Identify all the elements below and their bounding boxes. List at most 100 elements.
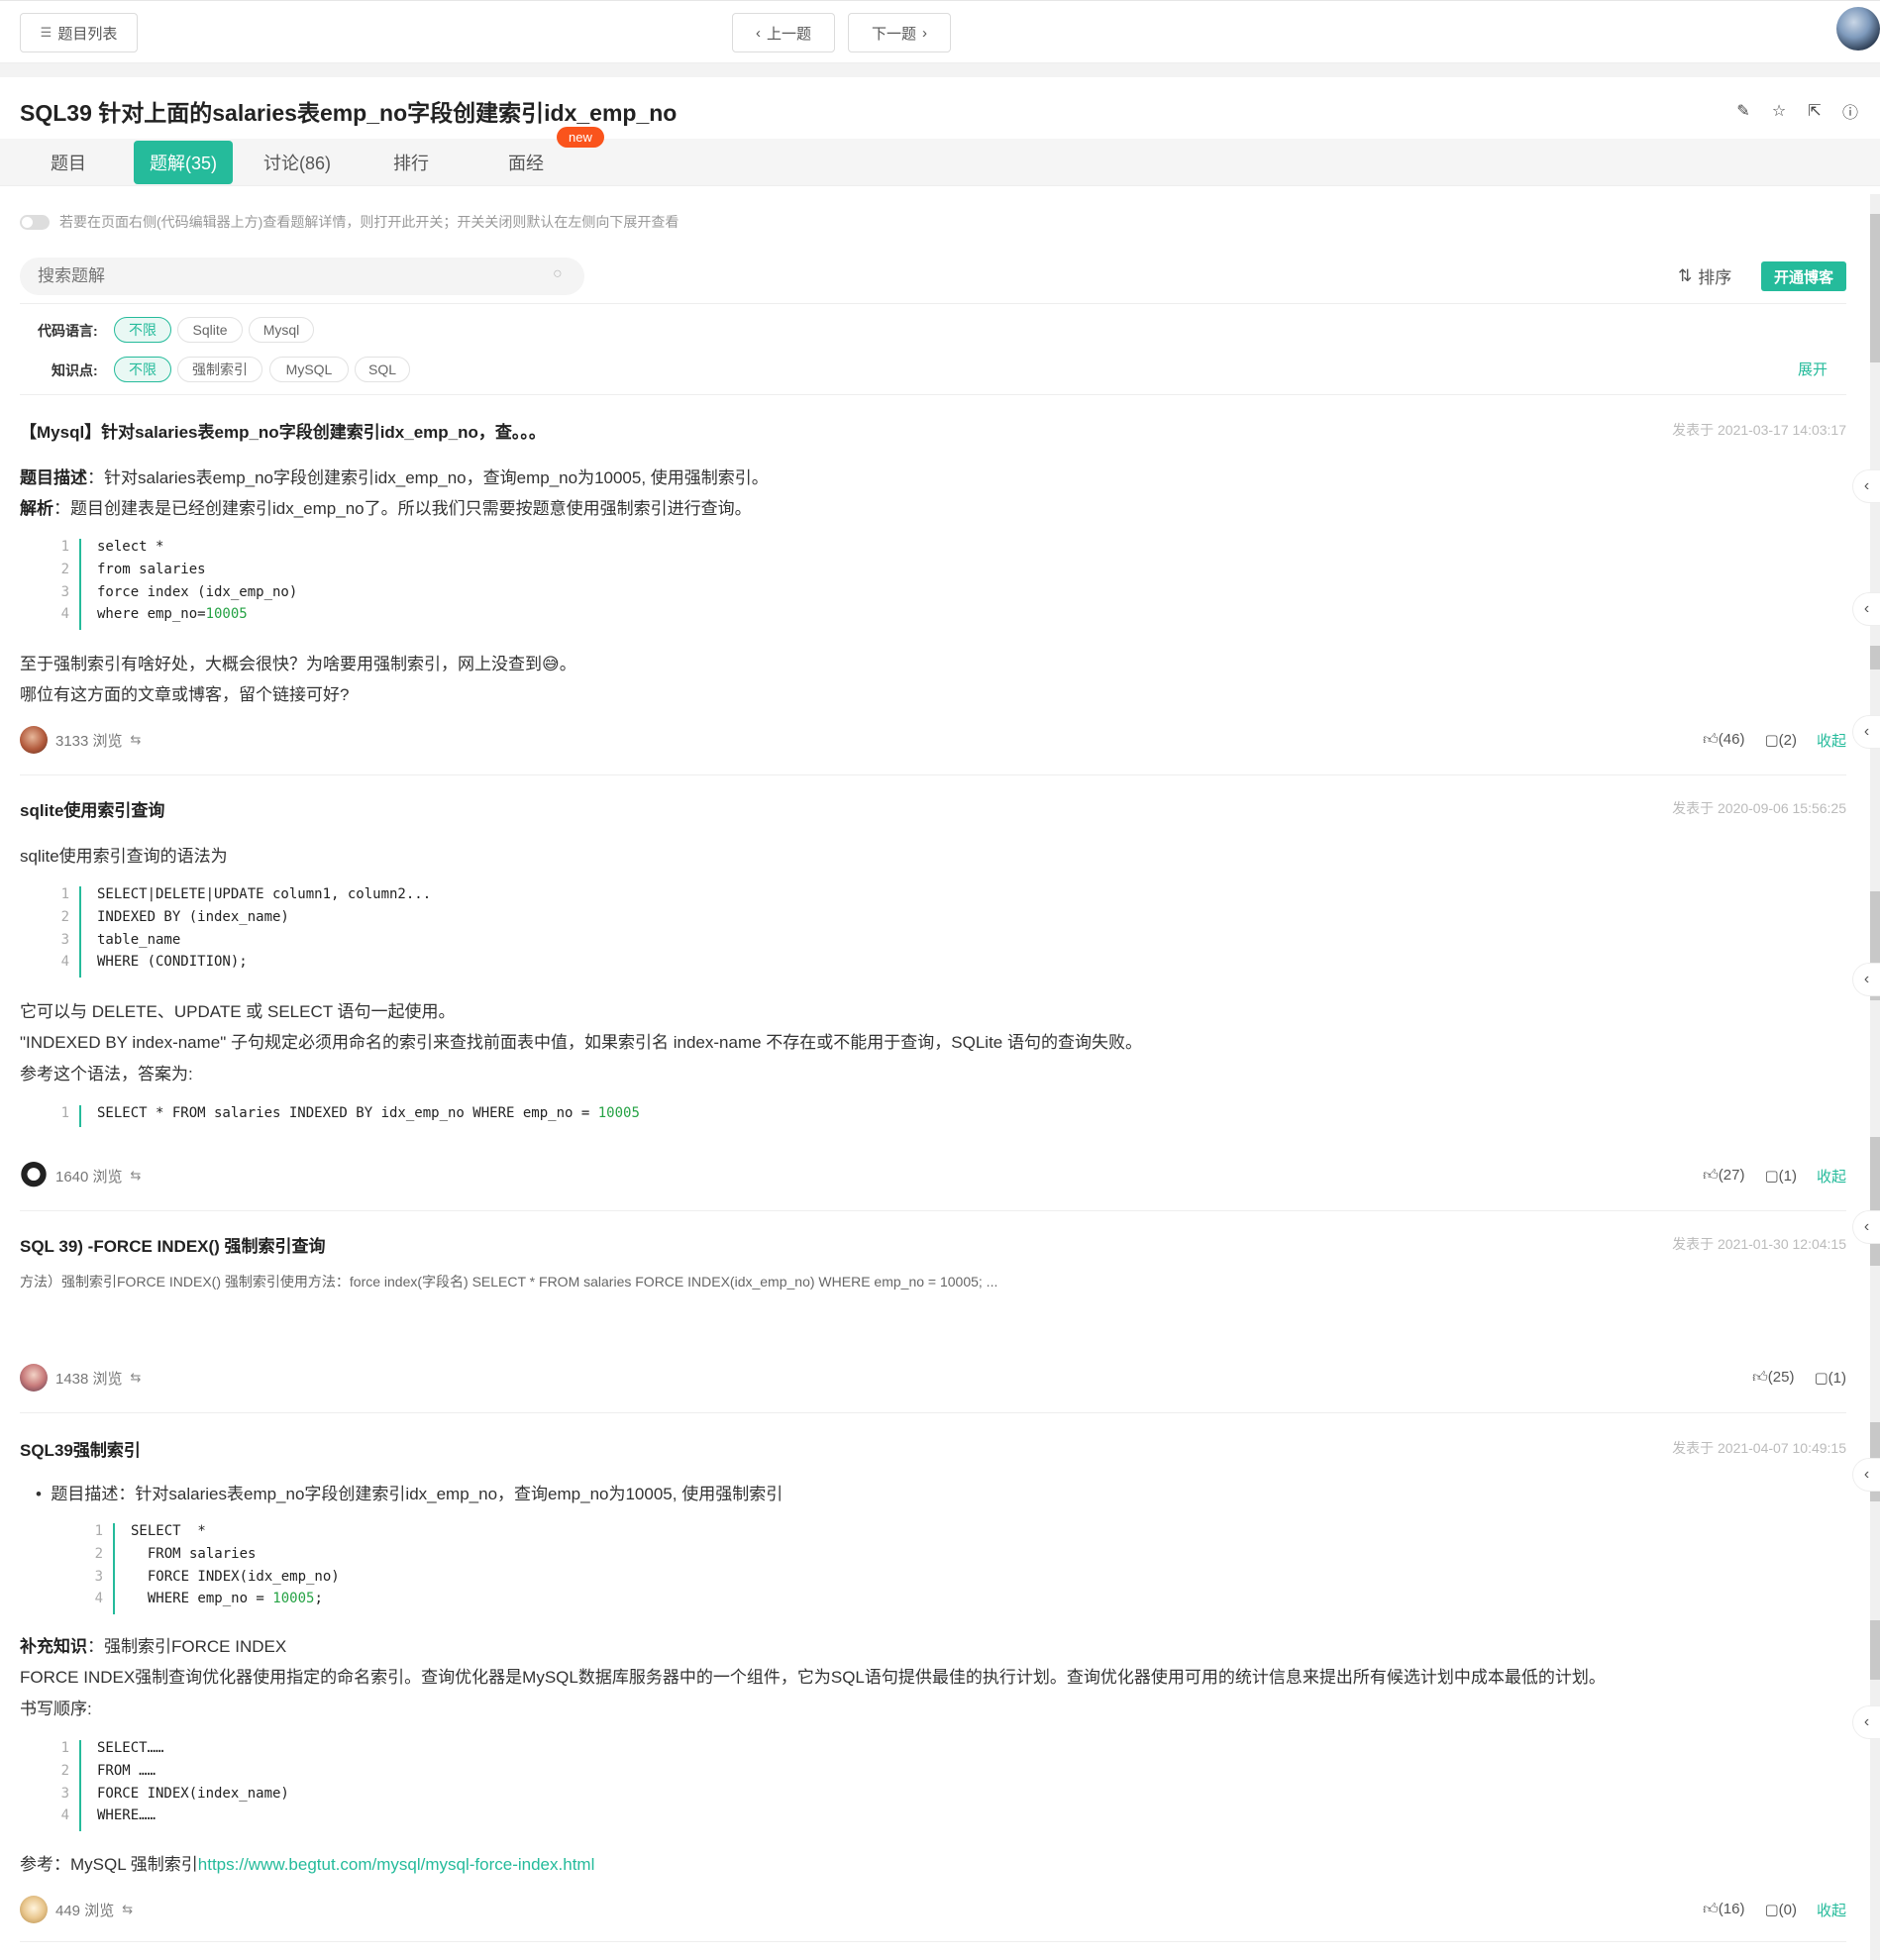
- divider: [20, 1210, 1846, 1211]
- problem-list-button[interactable]: ☰ 题目列表: [20, 13, 138, 52]
- like-button[interactable]: 👍︎(16): [1703, 1901, 1744, 1918]
- kp-option-mysql[interactable]: MySQL: [269, 357, 349, 382]
- expand-link[interactable]: 展开: [1798, 359, 1828, 379]
- author-avatar[interactable]: [20, 1896, 48, 1923]
- scrollbar-thumb[interactable]: [1870, 214, 1880, 362]
- next-problem-button[interactable]: 下一题 ›: [848, 13, 951, 52]
- author-avatar[interactable]: [20, 1162, 48, 1189]
- author-avatar[interactable]: [20, 726, 48, 754]
- post-stats: 👍︎(27) ▢(1) 收起: [1703, 1166, 1846, 1186]
- share-icon[interactable]: ⇆: [131, 732, 142, 748]
- scrollbar-thumb[interactable]: [1870, 646, 1880, 670]
- lang-option-all[interactable]: 不限: [114, 317, 171, 343]
- comment-icon: ▢: [1764, 1168, 1779, 1185]
- external-link-icon[interactable]: ⇱: [1805, 101, 1825, 121]
- view-count: 449 浏览: [55, 1902, 115, 1919]
- code-line: FROM ……: [97, 1763, 157, 1779]
- desc-label: 题目描述: [20, 468, 87, 487]
- post-paragraph: 参考：MySQL 强制索引https://www.begtut.com/mysq…: [20, 1850, 594, 1875]
- view-count: 1438 浏览: [55, 1370, 123, 1388]
- user-avatar[interactable]: [1836, 7, 1880, 51]
- tab-solutions[interactable]: 题解(35): [134, 141, 233, 184]
- side-collapse-arrow[interactable]: ‹: [1852, 1705, 1880, 1739]
- scrollbar-thumb[interactable]: [1870, 1620, 1880, 1680]
- post-paragraph: 至于强制索引有啥好处，大概会很快？为啥要用强制索引，网上没查到😅。: [20, 655, 576, 673]
- view-count: 3133 浏览: [55, 732, 123, 750]
- divider: [20, 1412, 1846, 1413]
- like-button[interactable]: 👍︎(27): [1703, 1167, 1744, 1185]
- side-collapse-arrow[interactable]: ‹: [1852, 1458, 1880, 1492]
- code-line: SELECT * FROM salaries INDEXED BY idx_em…: [97, 1105, 640, 1121]
- comment-button[interactable]: ▢(1): [1814, 1369, 1846, 1387]
- post-paragraph: sqlite使用索引查询的语法为: [20, 847, 228, 866]
- post-title[interactable]: 【Mysql】针对salaries表emp_no字段创建索引idx_emp_no…: [20, 418, 546, 443]
- share-icon[interactable]: ⇆: [131, 1168, 142, 1184]
- collapse-link[interactable]: 收起: [1817, 1900, 1846, 1920]
- share-icon[interactable]: ⇆: [131, 1370, 142, 1386]
- like-button[interactable]: 👍︎(46): [1703, 731, 1744, 749]
- comment-button[interactable]: ▢(2): [1764, 731, 1797, 749]
- info-icon[interactable]: ⓘ: [1840, 101, 1860, 122]
- star-icon[interactable]: ☆: [1769, 101, 1789, 121]
- code-line: INDEXED BY (index_name): [97, 909, 289, 925]
- reference-link[interactable]: https://www.begtut.com/mysql/mysql-force…: [198, 1855, 595, 1874]
- kp-option-all[interactable]: 不限: [114, 357, 171, 382]
- list-icon: ☰: [40, 25, 52, 40]
- display-toggle[interactable]: [20, 214, 50, 230]
- supp-label: 补充知识: [20, 1637, 87, 1656]
- post-footer: 1438 浏览 ⇆ 👍︎(25) ▢(1): [20, 1363, 1846, 1393]
- chevron-left-icon: ‹: [1863, 723, 1870, 740]
- kp-option-force-index[interactable]: 强制索引: [177, 357, 262, 382]
- tab-discussion[interactable]: 讨论(86): [256, 141, 339, 184]
- tab-ranking[interactable]: 排行: [376, 141, 446, 184]
- edit-icon[interactable]: ✎: [1733, 101, 1753, 121]
- comment-button[interactable]: ▢(1): [1764, 1167, 1797, 1185]
- side-collapse-arrow[interactable]: ‹: [1852, 592, 1880, 626]
- collapse-link[interactable]: 收起: [1817, 730, 1846, 751]
- open-blog-button[interactable]: 开通博客: [1761, 261, 1846, 291]
- post-paragraph: 题目描述：针对salaries表emp_no字段创建索引idx_emp_no，查…: [20, 464, 769, 488]
- lang-option-sqlite[interactable]: Sqlite: [177, 317, 243, 343]
- post-title[interactable]: sqlite使用索引查询: [20, 796, 164, 821]
- sort-button[interactable]: ⇅ 排序: [1678, 263, 1731, 288]
- share-icon[interactable]: ⇆: [122, 1902, 133, 1917]
- tab-problem[interactable]: 题目: [36, 141, 101, 184]
- chevron-left-icon: ‹: [1863, 1466, 1870, 1483]
- comment-icon: ▢: [1764, 732, 1779, 749]
- chevron-left-icon: ‹: [755, 24, 761, 42]
- comment-button[interactable]: ▢(0): [1764, 1901, 1797, 1918]
- thumb-up-icon: 👍︎: [1752, 1369, 1768, 1386]
- side-collapse-arrow[interactable]: ‹: [1852, 1210, 1880, 1244]
- post-summary[interactable]: 方法）强制索引FORCE INDEX() 强制索引使用方法：force inde…: [20, 1272, 997, 1291]
- author-avatar[interactable]: [20, 1364, 48, 1392]
- kp-filter-label: 知识点:: [52, 362, 98, 378]
- search-input[interactable]: [20, 258, 584, 295]
- post-footer: 1640 浏览 ⇆ 👍︎(27) ▢(1) 收起: [20, 1161, 1846, 1190]
- side-collapse-arrow[interactable]: ‹: [1852, 469, 1880, 503]
- divider: [20, 1941, 1846, 1942]
- toggle-hint: 若要在页面右侧(代码编辑器上方)查看题解详情，则打开此开关；开关关闭则默认在左侧…: [59, 214, 679, 230]
- like-button[interactable]: 👍︎(25): [1752, 1369, 1794, 1387]
- post-date: 发表于 2021-01-30 12:04:15: [1672, 1236, 1846, 1252]
- post-paragraph: 书写顺序:: [20, 1700, 92, 1718]
- scrollbar[interactable]: [1870, 194, 1880, 1960]
- collapse-link[interactable]: 收起: [1817, 1166, 1846, 1186]
- prev-problem-button[interactable]: ‹ 上一题: [732, 13, 835, 52]
- chevron-left-icon: ‹: [1863, 1218, 1870, 1235]
- chevron-left-icon: ‹: [1863, 971, 1870, 987]
- tab-interview[interactable]: 面经: [491, 141, 561, 184]
- side-collapse-arrow[interactable]: ‹: [1852, 963, 1880, 996]
- post-title[interactable]: SQL 39) -FORCE INDEX() 强制索引查询: [20, 1232, 326, 1257]
- code-line: SELECT|DELETE|UPDATE column1, column2...: [97, 886, 432, 902]
- search-icon[interactable]: ○: [553, 265, 573, 285]
- scrollbar-thumb[interactable]: [1870, 1137, 1880, 1266]
- side-collapse-arrow[interactable]: ‹: [1852, 715, 1880, 749]
- code-line: FORCE INDEX(idx_emp_no): [131, 1569, 340, 1585]
- post-title[interactable]: SQL39强制索引: [20, 1436, 141, 1461]
- lang-option-mysql[interactable]: Mysql: [249, 317, 314, 343]
- post-stats: 👍︎(25) ▢(1): [1752, 1369, 1846, 1387]
- kp-option-sql[interactable]: SQL: [355, 357, 410, 382]
- post-stats: 👍︎(46) ▢(2) 收起: [1703, 730, 1846, 751]
- title-actions: ✎ ☆ ⇱ ⓘ: [1733, 101, 1860, 122]
- tab-bar: 题目 题解(35) 讨论(86) 排行 面经: [0, 139, 1880, 186]
